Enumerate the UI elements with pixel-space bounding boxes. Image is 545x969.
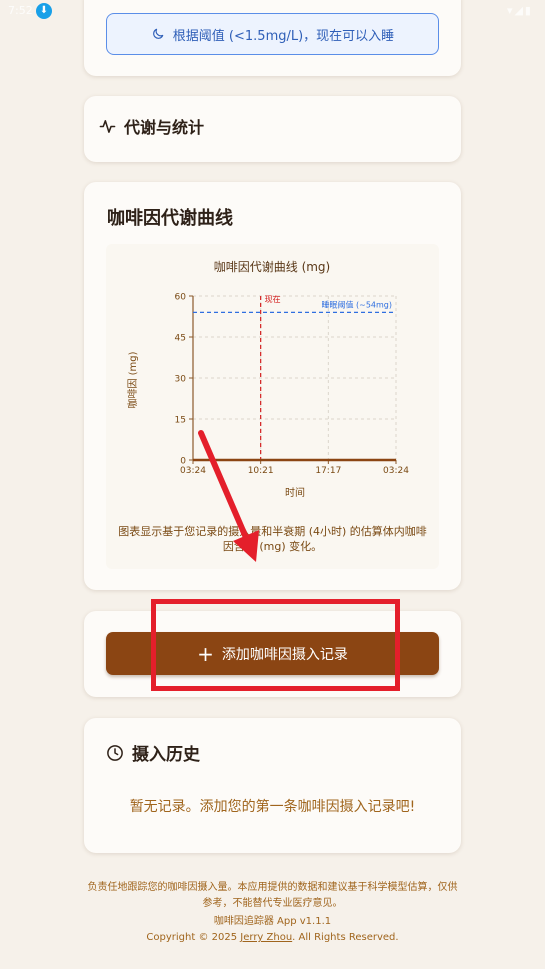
- metabolism-title: 代谢与统计: [124, 118, 205, 137]
- caffeine-chart: 咖啡因代谢曲线 (mg) 咖啡因 (mg) 时间 0 15 30 45 60 03:24 1…: [106, 244, 439, 569]
- history-card: 摄入历史 暂无记录。添加您的第一条咖啡因摄入记录吧!: [84, 718, 461, 853]
- chart-card: 咖啡因代谢曲线 咖啡因代谢曲线 (mg) 咖啡因 (mg) 时间 0 15 30 45…: [84, 182, 461, 590]
- chart-x-tick-label: 03:24: [180, 466, 206, 476]
- chart-x-tick-label: 17:17: [315, 466, 341, 476]
- footer-disclaimer: 负责任地跟踪您的咖啡因摄入量。本应用提供的数据和建议基于科学模型估算，仅供参考，…: [87, 882, 458, 909]
- author-link[interactable]: Jerry Zhou: [240, 932, 292, 943]
- chart-y-axis-label: 咖啡因 (mg): [127, 351, 139, 408]
- chart-threshold-label: 睡眠阈值 (~54mg): [321, 299, 392, 309]
- sleep-notice: 根据阈值 (<1.5mg/L)，现在可以入睡: [106, 13, 439, 55]
- chart-now-label: 现在: [265, 294, 281, 304]
- metabolism-card[interactable]: 代谢与统计: [84, 96, 461, 162]
- chart-x-tick-label: 03:24: [383, 466, 409, 476]
- status-time: 7:52: [8, 4, 33, 17]
- clock-icon: [107, 744, 123, 761]
- chart-y-tick-label: 15: [175, 416, 186, 426]
- chart-y-tick-label: 0: [180, 457, 186, 467]
- moon-icon: [152, 28, 164, 39]
- footer: 负责任地跟踪您的咖啡因摄入量。本应用提供的数据和建议基于科学模型估算，仅供参考，…: [84, 880, 461, 946]
- history-title: 摄入历史: [132, 745, 200, 765]
- chart-y-tick-label: 30: [175, 375, 187, 385]
- footer-copyright: Copyright © 2025 Jerry Zhou. All Rights …: [84, 930, 461, 946]
- chart-caption: 图表显示基于您记录的摄入量和半衰期 (4小时) 的估算体内咖啡因含量 (mg) …: [118, 525, 427, 553]
- chart-y-tick-label: 60: [175, 293, 187, 303]
- highlight-annotation: [151, 599, 400, 691]
- metabolism-header[interactable]: 代谢与统计: [99, 114, 204, 138]
- footer-version: 咖啡因追踪器 App v1.1.1: [213, 916, 332, 927]
- app-screen: 7:52 ⬇ ▾◢▮ 根据阈值 (<1.5mg/L)，现在可以入睡 代谢与统计 …: [0, 0, 545, 969]
- activity-icon: [99, 119, 116, 133]
- status-icons: ▾◢▮: [506, 4, 533, 17]
- download-icon: ⬇: [36, 3, 52, 19]
- chart-y-tick-label: 45: [175, 334, 186, 344]
- copyright-suffix: . All Rights Reserved.: [292, 932, 399, 943]
- chart-title: 咖啡因代谢曲线 (mg): [214, 259, 331, 274]
- chart-x-axis-label: 时间: [285, 486, 305, 499]
- history-header: 摄入历史: [106, 740, 200, 765]
- chart-card-title: 咖啡因代谢曲线: [107, 208, 233, 229]
- sleep-notice-text: 根据阈值 (<1.5mg/L)，现在可以入睡: [172, 28, 395, 44]
- chart-svg: 咖啡因代谢曲线 (mg) 咖啡因 (mg) 时间 0 15 30 45 60 03:24 1…: [127, 259, 409, 499]
- history-empty-text: 暂无记录。添加您的第一条咖啡因摄入记录吧!: [129, 799, 416, 815]
- copyright-prefix: Copyright © 2025: [146, 932, 241, 943]
- sleep-status-card: 根据阈值 (<1.5mg/L)，现在可以入睡: [84, 0, 461, 76]
- chart-x-tick-label: 10:21: [248, 466, 274, 476]
